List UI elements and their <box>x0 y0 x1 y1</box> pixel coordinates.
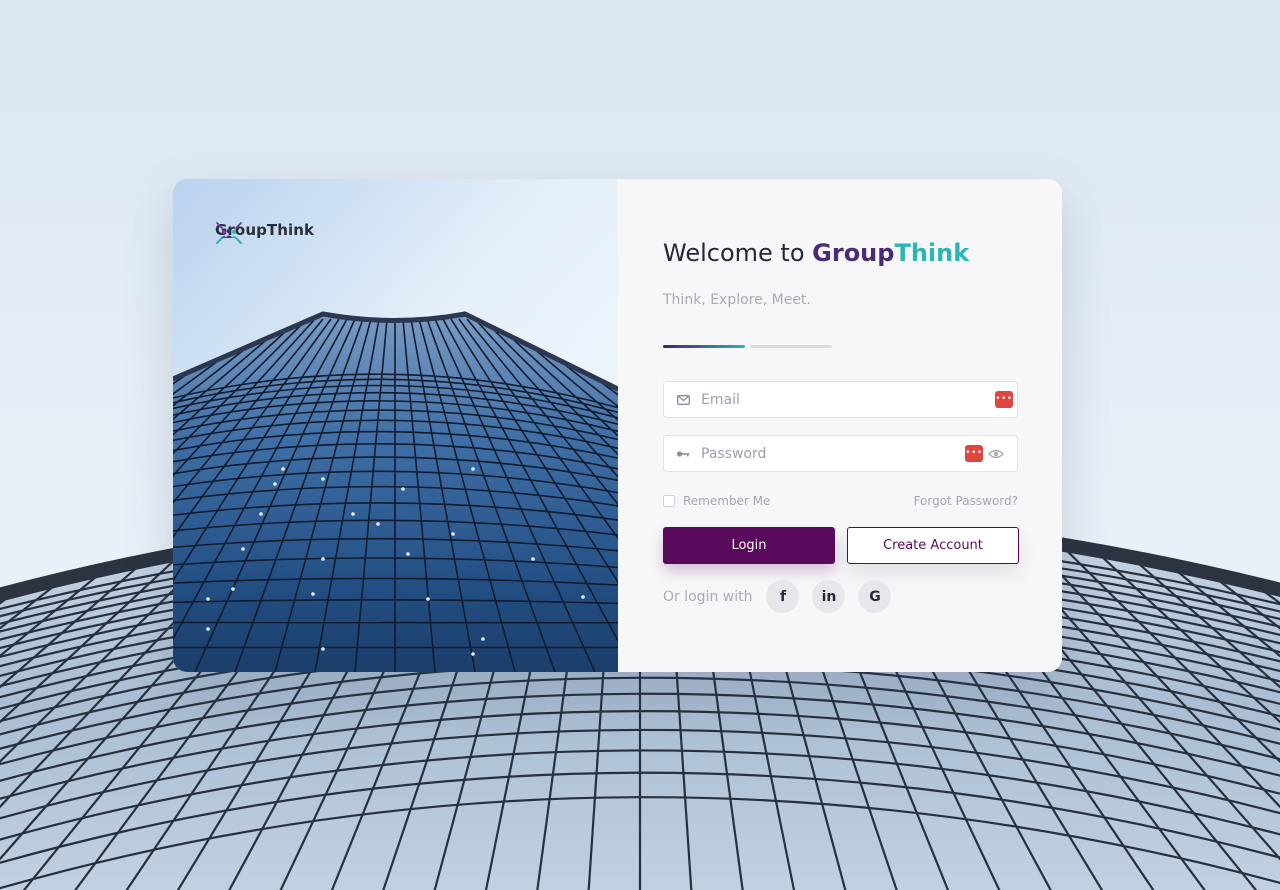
welcome-brand-think: Think <box>894 239 970 267</box>
tagline: Think, Explore, Meet. <box>663 292 811 308</box>
brand-logo-group[interactable]: GroupThink <box>215 221 314 244</box>
password-manager-icon[interactable]: ••• <box>965 445 983 462</box>
people-group-icon <box>216 222 242 244</box>
form-tabs <box>663 345 832 348</box>
google-icon[interactable]: G <box>858 580 892 613</box>
social-login-label: Or login with <box>663 588 753 605</box>
forgot-password-link[interactable]: Forgot Password? <box>914 494 1018 508</box>
remember-me-label: Remember Me <box>683 494 771 508</box>
login-card: GroupThink Welcome to GroupThink Think, … <box>173 179 1062 672</box>
tab-signup-indicator[interactable] <box>750 345 832 348</box>
key-icon <box>676 447 690 461</box>
remember-me-checkbox[interactable] <box>663 495 675 507</box>
social-login: Or login with f in G <box>663 580 904 613</box>
welcome-prefix: Welcome to <box>663 239 805 267</box>
remember-me[interactable]: Remember Me <box>663 494 770 508</box>
password-field[interactable]: ••• <box>663 435 1018 472</box>
login-form-panel: Welcome to GroupThink Think, Explore, Me… <box>618 179 1062 672</box>
welcome-brand-group: Group <box>812 239 895 267</box>
tab-login-indicator[interactable] <box>663 345 745 348</box>
welcome-heading: Welcome to GroupThink <box>663 239 969 267</box>
login-button[interactable]: Login <box>663 527 835 564</box>
email-field[interactable]: ••• <box>663 381 1018 418</box>
password-manager-icon[interactable]: ••• <box>995 391 1013 408</box>
envelope-icon <box>676 393 690 407</box>
hero-building-image <box>173 179 618 672</box>
hero-panel: GroupThink <box>173 179 618 672</box>
create-account-button[interactable]: Create Account <box>847 527 1019 564</box>
password-input[interactable] <box>701 445 965 462</box>
linkedin-icon[interactable]: in <box>812 580 846 613</box>
email-input[interactable] <box>701 391 995 408</box>
facebook-icon[interactable]: f <box>766 580 800 613</box>
eye-icon[interactable] <box>987 447 1005 461</box>
